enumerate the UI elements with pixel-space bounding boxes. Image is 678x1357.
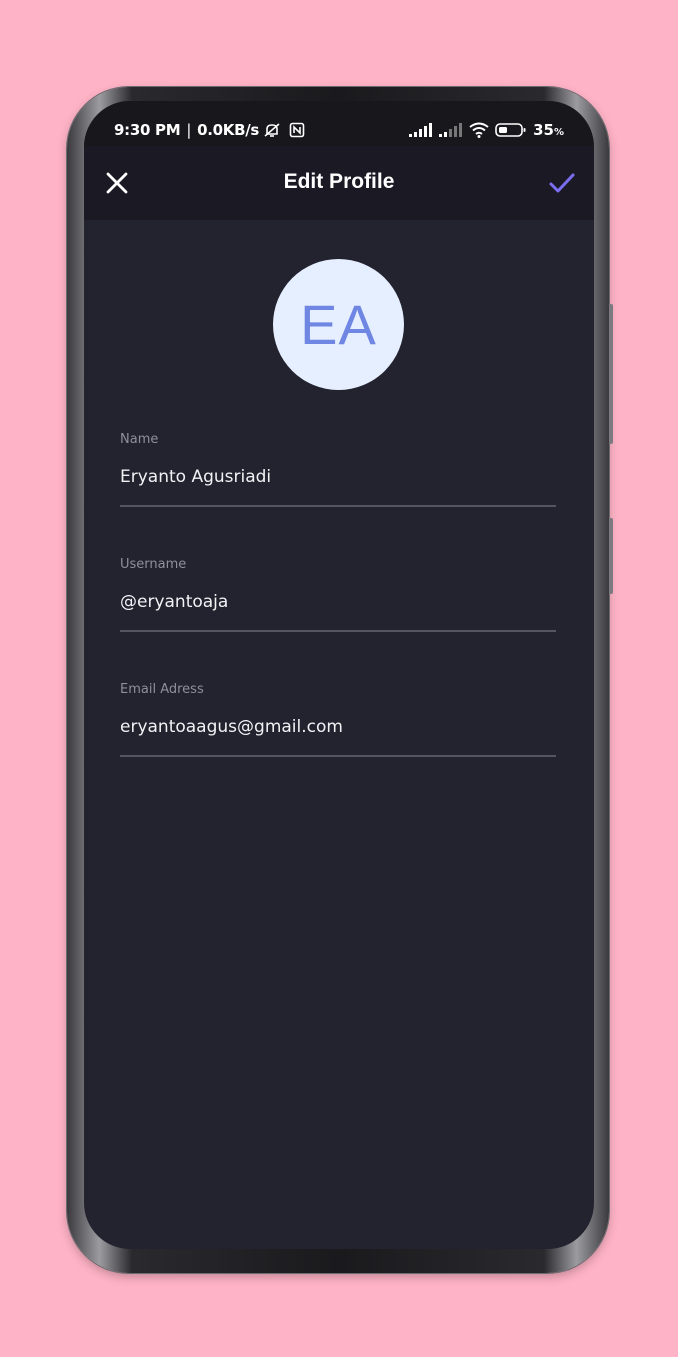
battery-value: 35 [533,121,554,139]
avatar[interactable]: EA [273,259,404,390]
signal-icon [409,123,433,137]
battery-level: 35 % [533,121,564,139]
page-title: Edit Profile [283,170,395,193]
email-input[interactable] [120,712,556,742]
status-bar: 9:30 PM | 0.0KB/s 35 % [84,101,594,146]
name-underline [120,505,556,507]
username-underline [120,630,556,632]
name-field: Name [120,432,556,512]
battery-icon [495,122,527,138]
phone-screen: 9:30 PM | 0.0KB/s 35 % Edit Profile EA N… [84,101,594,1249]
network-speed: 0.0KB/s [197,121,260,139]
name-label: Name [120,432,159,447]
status-time: 9:30 PM [114,121,181,139]
nfc-icon [289,122,305,138]
battery-unit: % [553,127,564,138]
avatar-initials: EA [300,293,377,356]
save-button[interactable] [548,171,576,195]
username-input[interactable] [120,587,556,617]
app-bar: Edit Profile [84,146,594,220]
status-left: 9:30 PM | 0.0KB/s [114,121,305,139]
volume-up-button [609,304,613,444]
status-separator: | [186,121,192,139]
signal-icon [439,123,463,137]
name-input[interactable] [120,462,556,492]
username-field: Username [120,557,556,637]
check-icon [549,173,575,193]
email-underline [120,755,556,757]
notifications-off-icon [263,122,281,138]
power-button [609,518,613,594]
username-label: Username [120,557,187,572]
status-right: 35 % [409,121,564,139]
email-field: Email Adress [120,682,556,762]
email-label: Email Adress [120,682,204,697]
wifi-icon [469,122,489,138]
